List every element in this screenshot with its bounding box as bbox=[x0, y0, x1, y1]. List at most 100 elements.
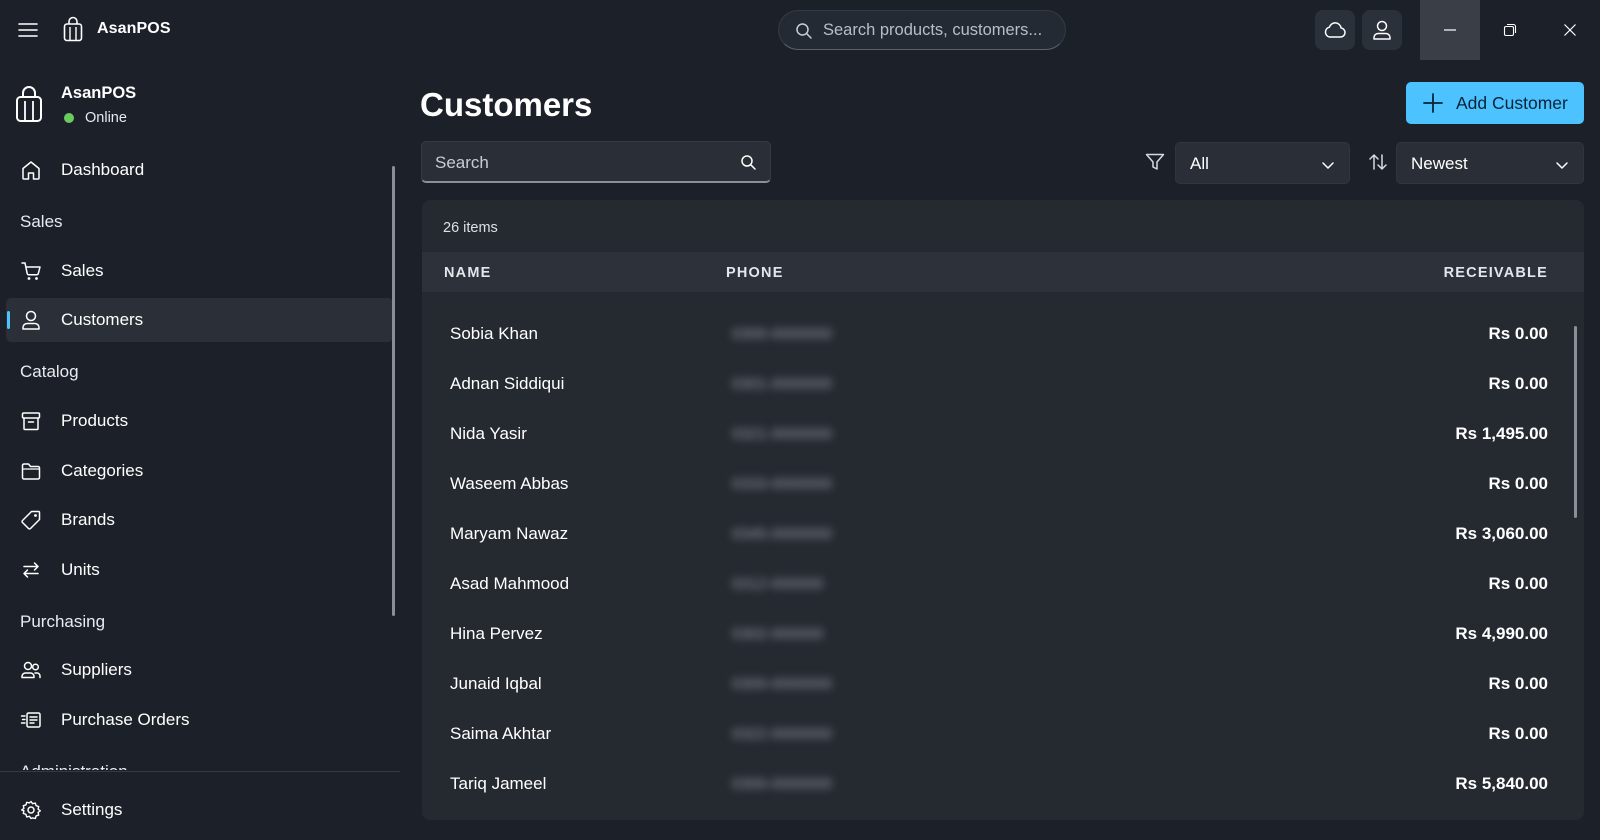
items-count: 26 items bbox=[443, 220, 498, 236]
sidebar-divider bbox=[0, 771, 400, 772]
sidebar-item-dashboard[interactable]: Dashboard bbox=[6, 148, 393, 192]
add-customer-button[interactable]: Add Customer bbox=[1406, 82, 1584, 124]
sidebar-item-label: Purchase Orders bbox=[61, 710, 190, 729]
sidebar-section-label: Administration bbox=[20, 762, 128, 770]
search-icon[interactable] bbox=[740, 154, 757, 171]
chevron-down-icon bbox=[1555, 158, 1569, 172]
title-bar: AsanPOS bbox=[0, 0, 1600, 60]
table-row[interactable]: Sobia Khan 0300-0000000 Rs 0.00 bbox=[422, 310, 1584, 360]
customer-name: Waseem Abbas bbox=[450, 474, 569, 493]
sidebar-item-settings[interactable]: Settings bbox=[6, 788, 393, 832]
table-row[interactable]: Tariq Jameel 0300-0000000 Rs 5,840.00 bbox=[422, 760, 1584, 810]
plus-icon bbox=[1422, 92, 1444, 114]
home-icon bbox=[20, 159, 42, 181]
minimize-window-button[interactable] bbox=[1420, 0, 1480, 60]
user-icon bbox=[1371, 19, 1393, 41]
sidebar-item-label: Suppliers bbox=[61, 660, 132, 679]
customer-receivable: Rs 3,060.00 bbox=[1455, 524, 1548, 543]
minimize-icon bbox=[1443, 23, 1457, 37]
table-row[interactable]: Adnan Siddiqui 0301-0000000 Rs 0.00 bbox=[422, 360, 1584, 410]
sidebar-item-suppliers[interactable]: Suppliers bbox=[6, 648, 393, 692]
folder-icon bbox=[20, 460, 42, 482]
sidebar-item-label: Products bbox=[61, 411, 129, 430]
sidebar-section-sales: Sales bbox=[20, 212, 63, 231]
online-status-dot bbox=[64, 113, 74, 123]
customer-phone: 0345-0000000 bbox=[732, 526, 832, 543]
hamburger-menu-icon[interactable] bbox=[14, 17, 42, 43]
table-row[interactable]: Saima Akhtar 0322-0000000 Rs 0.00 bbox=[422, 710, 1584, 760]
search-icon bbox=[795, 22, 813, 40]
customer-phone: 0300-0000000 bbox=[732, 676, 832, 693]
sidebar-section-administration-clipped: Administration bbox=[20, 757, 160, 770]
sidebar-item-label: Units bbox=[61, 560, 100, 579]
customer-phone: 0302-000000 bbox=[732, 626, 824, 643]
customer-search-box[interactable] bbox=[421, 141, 771, 183]
filter-dropdown[interactable]: All bbox=[1175, 142, 1350, 184]
column-header-receivable[interactable]: RECEIVABLE bbox=[1444, 265, 1548, 281]
customer-receivable: Rs 0.00 bbox=[1488, 324, 1548, 343]
sort-dropdown-value: Newest bbox=[1411, 154, 1468, 173]
customer-name: Maryam Nawaz bbox=[450, 524, 569, 543]
sidebar-item-categories[interactable]: Categories bbox=[6, 449, 393, 493]
customer-receivable: Rs 1,495.00 bbox=[1455, 424, 1548, 443]
global-search-input[interactable] bbox=[823, 19, 1053, 41]
sidebar-item-sales[interactable]: Sales bbox=[6, 249, 393, 293]
table-row[interactable]: Maryam Nawaz 0345-0000000 Rs 3,060.00 bbox=[422, 510, 1584, 560]
sidebar-item-purchase-orders[interactable]: Purchase Orders bbox=[6, 698, 393, 742]
table-row[interactable]: Asad Mahmood 0312-000000 Rs 0.00 bbox=[422, 560, 1584, 610]
customer-name: Asad Mahmood bbox=[450, 574, 570, 593]
sidebar-item-label: Sales bbox=[61, 261, 104, 280]
table-row[interactable]: Hina Pervez 0302-000000 Rs 4,990.00 bbox=[422, 610, 1584, 660]
customer-phone: 0300-0000000 bbox=[732, 776, 832, 793]
sidebar-item-units[interactable]: Units bbox=[6, 548, 393, 592]
customer-receivable: Rs 0.00 bbox=[1488, 724, 1548, 743]
customer-name: Sobia Khan bbox=[450, 324, 538, 343]
restore-window-button[interactable] bbox=[1480, 0, 1540, 60]
global-search-box[interactable] bbox=[778, 10, 1066, 50]
sidebar-item-label: Dashboard bbox=[61, 160, 145, 179]
cloud-icon bbox=[1323, 21, 1347, 39]
customer-receivable: Rs 5,840.00 bbox=[1455, 774, 1548, 793]
sidebar-section-catalog: Catalog bbox=[20, 362, 79, 381]
customer-phone: 0312-000000 bbox=[732, 576, 824, 593]
account-button[interactable] bbox=[1362, 10, 1402, 50]
customer-receivable: Rs 4,990.00 bbox=[1455, 624, 1548, 643]
table-scrollbar[interactable] bbox=[1574, 326, 1577, 518]
customer-phone: 0333-0000000 bbox=[732, 476, 832, 493]
cloud-sync-button[interactable] bbox=[1315, 10, 1355, 50]
connection-status-label: Online bbox=[85, 110, 127, 126]
sidebar-item-customers[interactable]: Customers bbox=[6, 298, 393, 342]
close-window-button[interactable] bbox=[1540, 0, 1600, 60]
table-header: NAME PHONE RECEIVABLE bbox=[422, 252, 1584, 292]
customer-phone: 0300-0000000 bbox=[732, 326, 832, 343]
sidebar-item-label: Settings bbox=[61, 800, 123, 819]
sidebar-item-brands[interactable]: Brands bbox=[6, 498, 393, 542]
sidebar-app-title: AsanPOS bbox=[61, 84, 137, 102]
sidebar-item-products[interactable]: Products bbox=[6, 399, 393, 443]
table-row[interactable]: Junaid Iqbal 0300-0000000 Rs 0.00 bbox=[422, 660, 1584, 710]
customer-name: Tariq Jameel bbox=[450, 774, 547, 793]
swap-arrows-icon bbox=[20, 559, 42, 581]
gear-icon bbox=[20, 799, 42, 821]
shopping-bag-logo-icon bbox=[62, 16, 84, 42]
column-header-name[interactable]: NAME bbox=[444, 265, 492, 281]
sidebar-item-label: Brands bbox=[61, 510, 115, 529]
column-header-phone[interactable]: PHONE bbox=[726, 265, 784, 281]
customer-name: Hina Pervez bbox=[450, 624, 543, 643]
customer-phone: 0321-0000000 bbox=[732, 426, 832, 443]
sort-dropdown[interactable]: Newest bbox=[1396, 142, 1584, 184]
person-icon bbox=[20, 309, 42, 331]
add-customer-button-label: Add Customer bbox=[1456, 93, 1568, 113]
customer-phone: 0322-0000000 bbox=[732, 726, 832, 743]
table-row[interactable]: Waseem Abbas 0333-0000000 Rs 0.00 bbox=[422, 460, 1584, 510]
customer-name: Junaid Iqbal bbox=[450, 674, 542, 693]
customer-receivable: Rs 0.00 bbox=[1488, 574, 1548, 593]
archive-box-icon bbox=[20, 410, 42, 432]
table-row[interactable]: Nida Yasir 0321-0000000 Rs 1,495.00 bbox=[422, 410, 1584, 460]
sidebar-scrollbar[interactable] bbox=[392, 166, 395, 616]
chevron-down-icon bbox=[1321, 158, 1335, 172]
connection-status: Online bbox=[64, 110, 127, 126]
customer-search-input[interactable] bbox=[435, 152, 725, 174]
customer-receivable: Rs 0.00 bbox=[1488, 674, 1548, 693]
page-title: Customers bbox=[420, 86, 593, 123]
